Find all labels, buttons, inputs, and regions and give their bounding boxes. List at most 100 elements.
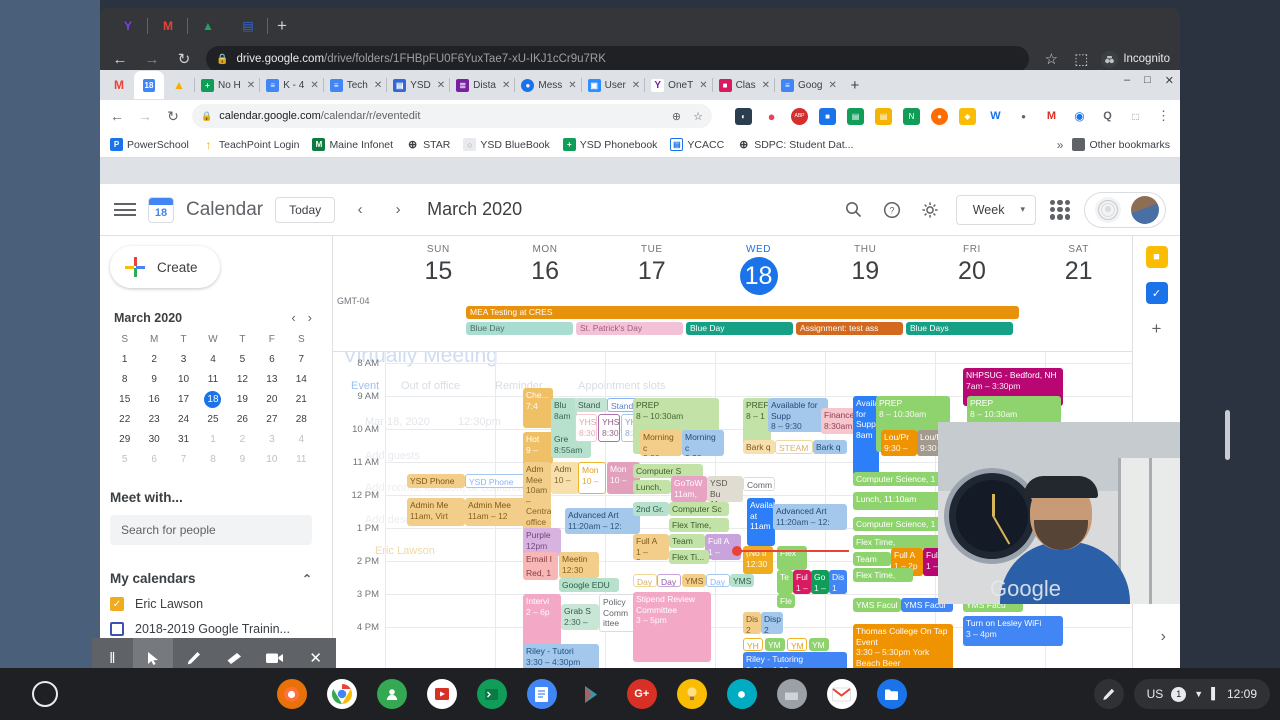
back-icon[interactable]: ←: [108, 107, 126, 125]
prev-week-button[interactable]: ‹: [347, 197, 373, 223]
calendar-event[interactable]: Dis 2: [743, 612, 761, 634]
day-header-sun[interactable]: SUN 15: [385, 236, 492, 298]
calendar-event[interactable]: Bark q: [743, 440, 775, 454]
mini-day[interactable]: 8: [110, 371, 139, 388]
tab-close-icon[interactable]: ✕: [247, 80, 255, 91]
calendar-event[interactable]: Meetin 12:30: [559, 552, 599, 578]
outer-new-tab-button[interactable]: +: [268, 12, 296, 40]
calendar-event[interactable]: Lou/Pr 9:30 –: [881, 430, 917, 456]
tab-close-icon[interactable]: ✕: [437, 80, 445, 91]
extension-blue-square-icon[interactable]: ■: [819, 107, 836, 125]
outer-address-bar[interactable]: 🔒 drive.google.com/drive/folders/1FHBpFU…: [206, 46, 1030, 72]
mini-next-month-button[interactable]: ›: [308, 310, 312, 325]
calendar-event[interactable]: Advanced Art 11:20am – 12:: [773, 504, 847, 530]
calendar-event[interactable]: YHS8:30: [575, 414, 597, 442]
calendar-event[interactable]: YM: [765, 638, 785, 651]
outer-forward-icon[interactable]: →: [142, 49, 162, 69]
calendar-event[interactable]: YSD Phone: [407, 474, 465, 488]
mini-day[interactable]: 4: [198, 351, 227, 368]
extension-w-icon[interactable]: W: [987, 107, 1004, 125]
bookmark-ycacc[interactable]: ▤ YCACC: [670, 138, 724, 151]
calendar-event[interactable]: Mon 10 –: [578, 462, 606, 494]
next-week-button[interactable]: ›: [385, 197, 411, 223]
webcam-overlay[interactable]: Google: [938, 422, 1180, 604]
tab-close-icon[interactable]: ✕: [762, 80, 770, 91]
pinned-tab-calendar[interactable]: 18: [134, 71, 164, 99]
main-menu-icon[interactable]: [114, 199, 136, 221]
mini-day[interactable]: 16: [139, 391, 168, 408]
tab-ysd[interactable]: ▤ YSD ✕: [386, 71, 449, 99]
keep-icon[interactable]: ■: [1145, 246, 1168, 268]
mini-day[interactable]: 2: [228, 431, 257, 448]
extension-slides-icon[interactable]: ▤: [875, 107, 892, 125]
mini-day[interactable]: 8: [198, 451, 227, 468]
extension-sheets-icon[interactable]: ▤: [847, 107, 864, 125]
chrome-menu-icon[interactable]: ⋮: [1155, 107, 1172, 125]
outer-pinned-tab-slides[interactable]: ▤: [228, 12, 268, 40]
mini-day[interactable]: 9: [139, 371, 168, 388]
calendar-event[interactable]: Adm 10 –: [551, 462, 579, 494]
scroll-next-icon[interactable]: ›: [1161, 628, 1166, 646]
calendar-event[interactable]: Team: [853, 552, 891, 566]
mini-prev-month-button[interactable]: ‹: [291, 310, 295, 325]
mini-day[interactable]: 26: [228, 411, 257, 428]
calendar-event[interactable]: Bark q: [813, 440, 847, 454]
bookmark-teachpoint[interactable]: ↑ TeachPoint Login: [201, 138, 299, 152]
launcher-button[interactable]: [0, 681, 90, 707]
extension-dot-icon[interactable]: ●: [1015, 107, 1032, 125]
mini-day[interactable]: 14: [287, 371, 316, 388]
bookmark-sdpc[interactable]: ⊕ SDPC: Student Dat...: [737, 138, 853, 151]
tab-close-icon[interactable]: ✕: [699, 80, 707, 91]
calendar-event[interactable]: Full A1 – 2pm: [633, 534, 669, 560]
page-scrollbar[interactable]: [1225, 410, 1230, 460]
mini-day[interactable]: 10: [169, 371, 198, 388]
tab-close-icon[interactable]: ✕: [828, 80, 836, 91]
calendar-event[interactable]: Flex Time,: [669, 518, 729, 532]
calendar-event[interactable]: YSD Phone: [465, 474, 525, 488]
calendar-event[interactable]: YMS Facul: [853, 598, 901, 612]
day-header-thu[interactable]: THU 19: [812, 236, 919, 298]
calendar-event[interactable]: Go 1 –: [811, 570, 829, 594]
tab-close-icon[interactable]: ✕: [502, 80, 510, 91]
mini-day-selected[interactable]: 18: [198, 391, 227, 408]
calendar-event[interactable]: Advanced Art 11:20am – 12:: [565, 508, 640, 534]
tab-close-icon[interactable]: ✕: [632, 80, 640, 91]
calendar-event[interactable]: Day: [657, 574, 681, 587]
search-icon[interactable]: [842, 198, 866, 222]
shelf-app-files[interactable]: [876, 679, 907, 709]
shelf-app-terminal[interactable]: [476, 679, 507, 709]
window-close-button[interactable]: ✕: [1165, 74, 1174, 87]
mini-day[interactable]: 11: [198, 371, 227, 388]
shelf-app-slides[interactable]: [426, 679, 457, 709]
tab-onetab[interactable]: Y OneT ✕: [644, 71, 711, 99]
tab-distance[interactable]: ≣ Dista ✕: [449, 71, 514, 99]
mini-day[interactable]: 5: [110, 451, 139, 468]
calendar-event[interactable]: Day: [706, 574, 730, 587]
calendar-event[interactable]: Flex Time,: [853, 568, 913, 582]
mini-day[interactable]: 5: [228, 351, 257, 368]
checkbox-icon[interactable]: [110, 622, 124, 636]
calendar-event[interactable]: Google EDU: [559, 578, 619, 592]
mini-day[interactable]: 20: [257, 391, 286, 408]
calendar-event[interactable]: YM: [809, 638, 829, 651]
mini-day[interactable]: 25: [198, 411, 227, 428]
shelf-app-lightbulb[interactable]: [676, 679, 707, 709]
status-tray[interactable]: US 1 ▼ ▌ 12:09: [1133, 679, 1270, 709]
extension-evernote-icon[interactable]: ◐: [735, 107, 752, 125]
stylus-tools-button[interactable]: [1093, 679, 1124, 709]
extension-n-icon[interactable]: N: [903, 107, 920, 125]
calendar-event[interactable]: Che... 7:4: [523, 388, 553, 428]
calendar-event[interactable]: Available at 11am: [747, 498, 775, 546]
mini-day[interactable]: 15: [110, 391, 139, 408]
day-header-wed-today[interactable]: WED 18: [705, 236, 812, 298]
create-button[interactable]: Create: [110, 246, 220, 288]
window-maximize-button[interactable]: □: [1144, 74, 1151, 87]
mini-day[interactable]: 31: [169, 431, 198, 448]
pinned-tab-drive[interactable]: ▲: [164, 71, 194, 99]
apps-grid-icon[interactable]: [1050, 199, 1070, 220]
mini-day[interactable]: 21: [287, 391, 316, 408]
mini-day[interactable]: 7: [169, 451, 198, 468]
calendar-event[interactable]: Riley - Tutori 3:30 – 4:30pm: [523, 644, 599, 668]
calendar-event[interactable]: Stipend Review Committee 3 – 5pm: [633, 592, 711, 662]
mini-day[interactable]: 28: [287, 411, 316, 428]
